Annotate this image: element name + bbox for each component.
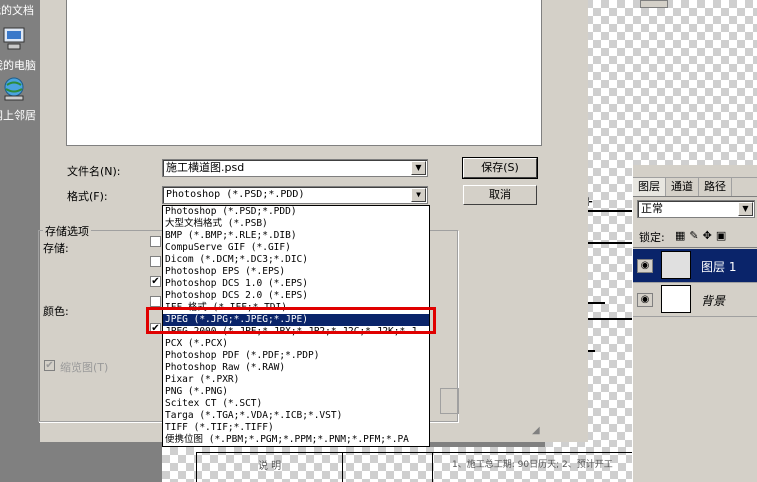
layer-thumbnail [661,285,691,313]
thumbnail-label: 缩览图(T) [60,361,109,374]
lock-all-icon[interactable]: ▣ [716,229,730,242]
layer-name[interactable]: 图层 1 [701,258,736,275]
format-option[interactable]: Dicom (*.DCM;*.DC3;*.DIC) [163,254,429,266]
tab-channels[interactable]: 通道 [666,178,699,196]
chevron-down-icon[interactable]: ▼ [411,161,426,175]
cancel-button[interactable]: 取消 [463,185,537,205]
desktop-icon-my-computer[interactable]: 我的电脑 [0,26,44,73]
format-option[interactable]: Scitex CT (*.SCT) [163,398,429,410]
network-icon [4,77,24,101]
lock-label: 锁定: [639,231,665,244]
panel-tabs: 图层 通道 路径 [633,178,757,197]
lock-move-icon[interactable]: ✥ [703,229,716,242]
chevron-down-icon[interactable]: ▼ [738,202,753,216]
format-option[interactable]: Photoshop EPS (*.EPS) [163,266,429,278]
color-label: 颜色: [43,305,69,318]
blend-mode-value: 正常 [641,202,663,215]
blend-mode-select[interactable]: 正常 ▼ [637,200,755,218]
format-option[interactable]: Photoshop DCS 1.0 (*.EPS) [163,278,429,290]
store-checkbox[interactable] [150,296,161,307]
tab-layers[interactable]: 图层 [633,178,666,196]
format-option[interactable]: PNG (*.PNG) [163,386,429,398]
tab-paths[interactable]: 路径 [699,178,732,196]
save-options-title: 存储选项 [43,223,91,239]
table-border [342,452,343,482]
thumbnail-checkbox[interactable]: ✔ [44,360,55,371]
canvas-scroll-arrow[interactable] [640,0,668,8]
file-list[interactable] [66,0,542,146]
lock-brush-icon[interactable]: ✎ [689,229,702,242]
desktop-icon-my-documents[interactable]: 我的文档 [0,2,42,18]
store-label: 存储: [43,242,69,255]
save-button[interactable]: 保存(S) [462,157,538,179]
format-option[interactable]: Photoshop PDF (*.PDF;*.PDP) [163,350,429,362]
format-option[interactable]: Photoshop (*.PSD;*.PDD) [163,206,429,218]
format-option[interactable]: Photoshop DCS 2.0 (*.EPS) [163,290,429,302]
filename-value: 施工横道图.psd [166,161,245,174]
format-select[interactable]: Photoshop (*.PSD;*.PDD) ▼ [162,186,428,204]
format-label: 格式(F): [67,190,108,203]
computer-icon [3,27,25,50]
layers-panel: 图层 通道 路径 正常 ▼ 锁定: ▦✎✥▣ ◉ 图层 1 ◉ 背景 [632,165,757,482]
desktop-label: 网上邻居 [0,109,36,122]
format-option[interactable]: PCX (*.PCX) [163,338,429,350]
format-option[interactable]: Pixar (*.PXR) [163,374,429,386]
filename-input[interactable]: 施工横道图.psd ▼ [162,159,428,177]
format-option[interactable]: Targa (*.TGA;*.VDA;*.ICB;*.VST) [163,410,429,422]
store-checkbox[interactable]: ✔ [150,276,161,287]
format-option[interactable]: 便携位图 (*.PBM;*.PGM;*.PPM;*.PNM;*.PFM;*.PA [163,434,429,446]
store-checkbox[interactable] [150,256,161,267]
layer-thumbnail [661,251,691,279]
table-border [196,452,632,453]
chevron-down-icon[interactable]: ▼ [411,188,426,202]
divider [633,247,757,248]
layer-row-layer1[interactable]: ◉ 图层 1 [633,249,757,283]
format-option[interactable]: TIFF (*.TIF;*.TIFF) [163,422,429,434]
desktop-label: 我的电脑 [0,59,36,72]
options-panel-edge [440,388,459,414]
format-option[interactable]: Photoshop Raw (*.RAW) [163,362,429,374]
canvas-text-schedule: 1、施工总工期: 90日历天; 2、预计开工 [452,460,613,470]
eye-icon[interactable]: ◉ [637,259,653,273]
table-border [196,452,197,482]
resize-grip-icon[interactable]: ◢ [532,425,540,436]
layer-name[interactable]: 背景 [701,292,725,309]
layer-row-background[interactable]: ◉ 背景 [633,283,757,317]
filename-label: 文件名(N): [67,165,121,178]
format-option[interactable]: BMP (*.BMP;*.RLE;*.DIB) [163,230,429,242]
table-border [432,452,433,482]
desktop-icon-network[interactable]: 网上邻居 [0,76,44,123]
eye-icon[interactable]: ◉ [637,293,653,307]
format-option[interactable]: 大型文档格式 (*.PSB) [163,218,429,230]
panel-titlebar[interactable] [633,165,757,178]
lock-transparency-icon[interactable]: ▦ [675,229,689,242]
desktop-label: 我的文档 [0,4,34,17]
lock-icons[interactable]: ▦✎✥▣ [675,229,730,242]
format-value: Photoshop (*.PSD;*.PDD) [166,189,305,200]
canvas-text-notes: 说 明 [258,461,282,472]
highlight-annotation-box [146,307,436,334]
format-option[interactable]: CompuServe GIF (*.GIF) [163,242,429,254]
store-checkbox[interactable] [150,236,161,247]
document-bottom-area[interactable]: 说 明 1、施工总工期: 90日历天; 2、预计开工 [162,447,632,482]
